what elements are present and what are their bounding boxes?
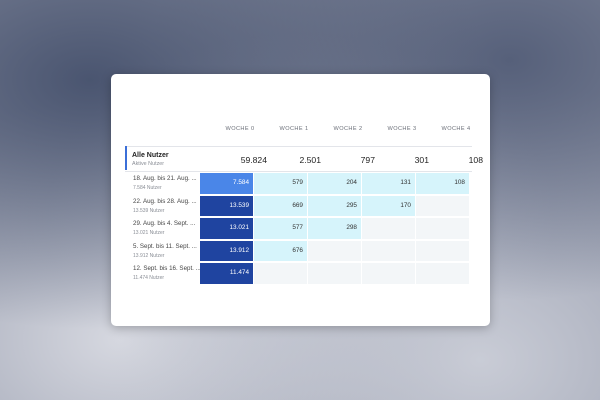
cohort-date-range: 18. Aug. bis 21. Aug. ... — [133, 175, 197, 182]
column-header-row: WOCHE 0 WOCHE 1 WOCHE 2 WOCHE 3 WOCHE 4 — [125, 126, 472, 142]
selected-row-marker — [125, 146, 127, 170]
cohort-cell-week-0[interactable]: 13.539 — [200, 195, 253, 216]
cohort-cell-week-4[interactable] — [416, 240, 469, 261]
cohort-card: WOCHE 0 WOCHE 1 WOCHE 2 WOCHE 3 WOCHE 4 … — [111, 74, 490, 326]
cohort-date-range: 29. Aug. bis 4. Sept. ... — [133, 220, 196, 227]
cohort-cell-week-4[interactable] — [416, 195, 469, 216]
cohort-cell-week-3[interactable] — [362, 218, 415, 239]
cohort-cell-week-4[interactable] — [416, 218, 469, 239]
cohort-user-count: 13.912 Nutzer — [133, 252, 165, 259]
all-users-week-1: 2.501 — [299, 155, 321, 165]
cohort-cell-week-2[interactable]: 204 — [308, 173, 361, 194]
column-header-week-3: WOCHE 3 — [387, 126, 417, 132]
cohort-cell-week-1[interactable]: 669 — [254, 195, 307, 216]
all-users-row[interactable]: Alle Nutzer Aktive Nutzer 59.824 2.501 7… — [125, 146, 483, 172]
all-users-subtitle: Aktive Nutzer — [132, 161, 165, 167]
cohort-user-count: 11.474 Nutzer — [133, 275, 165, 281]
cohort-cell-week-1[interactable] — [254, 263, 307, 284]
cohort-cell-week-0[interactable]: 7.584 — [200, 173, 253, 194]
cohort-cell-week-0[interactable]: 11.474 — [200, 263, 253, 284]
cohort-row[interactable]: 5. Sept. bis 11. Sept. ... 13.912 Nutzer 1… — [125, 240, 472, 263]
cohort-cell-week-4[interactable] — [416, 263, 469, 284]
cohort-cell-week-2[interactable]: 295 — [308, 195, 361, 216]
all-users-week-0: 59.824 — [240, 155, 267, 165]
cohort-cell-week-2[interactable] — [308, 240, 361, 261]
cohort-date-range: 12. Sept. bis 16. Sept. ... — [133, 265, 201, 272]
cohort-user-count: 13.539 Nutzer — [133, 207, 165, 214]
cohort-cell-week-3[interactable]: 131 — [362, 173, 415, 194]
column-header-week-2: WOCHE 2 — [333, 126, 363, 132]
column-header-week-0: WOCHE 0 — [225, 126, 255, 132]
cohort-date-range: 5. Sept. bis 11. Sept. ... — [133, 242, 197, 250]
cohort-row[interactable]: 12. Sept. bis 16. Sept. ... 11.474 Nutzer… — [125, 263, 472, 286]
cohort-cell-week-2[interactable]: 298 — [308, 218, 361, 239]
cohort-cell-week-1[interactable]: 577 — [254, 218, 307, 239]
cohort-date-range: 22. Aug. bis 28. Aug. ... — [133, 197, 197, 205]
cohort-rows: 18. Aug. bis 21. Aug. ... 7.584 Nutzer 7.5… — [125, 173, 472, 286]
cohort-user-count: 7.584 Nutzer — [133, 185, 162, 191]
cohort-cell-week-4[interactable]: 108 — [416, 173, 469, 194]
cohort-cell-week-1[interactable]: 676 — [254, 240, 307, 261]
cohort-cell-week-3[interactable]: 170 — [362, 195, 415, 216]
cohort-row[interactable]: 22. Aug. bis 28. Aug. ... 13.539 Nutzer 13… — [125, 195, 472, 218]
cohort-cell-week-0[interactable]: 13.021 — [200, 218, 253, 239]
cohort-user-count: 13.021 Nutzer — [133, 230, 165, 236]
cohort-cell-week-3[interactable] — [362, 263, 415, 284]
cohort-row[interactable]: 29. Aug. bis 4. Sept. ... 13.021 Nutzer 13… — [125, 218, 472, 241]
cohort-row[interactable]: 18. Aug. bis 21. Aug. ... 7.584 Nutzer 7.5… — [125, 173, 472, 196]
cohort-cell-week-2[interactable] — [308, 263, 361, 284]
column-header-week-4: WOCHE 4 — [441, 126, 471, 132]
cohort-cell-week-1[interactable]: 579 — [254, 173, 307, 194]
cohort-cell-week-3[interactable] — [362, 240, 415, 261]
all-users-week-2: 797 — [360, 155, 375, 165]
all-users-week-3: 301 — [414, 155, 429, 165]
cohort-table: WOCHE 0 WOCHE 1 WOCHE 2 WOCHE 3 WOCHE 4 … — [125, 126, 483, 286]
cohort-cell-week-0[interactable]: 13.912 — [200, 240, 253, 261]
all-users-week-4: 108 — [468, 155, 483, 165]
column-header-week-1: WOCHE 1 — [279, 126, 309, 132]
all-users-title: Alle Nutzer — [132, 152, 169, 159]
